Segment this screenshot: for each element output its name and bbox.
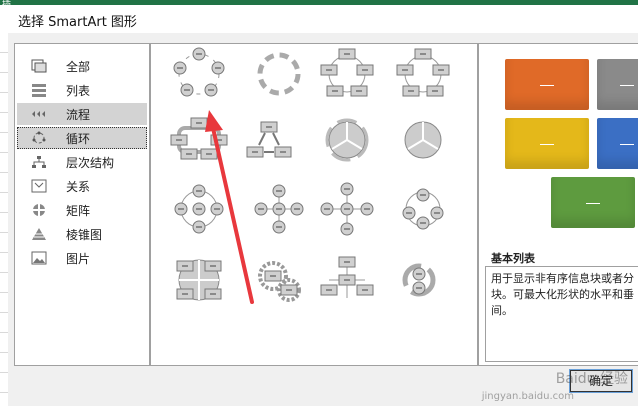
- category-label: 列表: [66, 84, 91, 98]
- category-label: 矩阵: [66, 204, 91, 218]
- dialog-title: 选择 SmartArt 图形: [18, 15, 137, 30]
- layout-description-line: 块。可最大化形状的水平和垂: [491, 288, 634, 301]
- picture-icon: [31, 251, 47, 265]
- category-label: 层次结构: [66, 156, 115, 170]
- category-label: 全部: [66, 60, 91, 74]
- hierarchy-icon: [32, 156, 46, 168]
- layout-text-cycle[interactable]: [257, 52, 301, 96]
- category-list: 全部 列表 流程 循环 层次结构 关系 矩阵 棱锥图 图片: [14, 43, 150, 366]
- category-label: 棱锥图: [66, 228, 103, 242]
- annotation-arrowhead: [205, 110, 223, 132]
- category-item-process[interactable]: 流程: [17, 103, 147, 125]
- process-icon: [32, 111, 45, 117]
- layout-gallery: [150, 43, 478, 366]
- layout-multidirectional-cycle[interactable]: [246, 121, 292, 158]
- layout-basic-cycle[interactable]: [173, 47, 225, 97]
- category-item-hierarchy[interactable]: 层次结构: [17, 151, 147, 173]
- layout-basic-pie[interactable]: [404, 121, 442, 159]
- layout-gear[interactable]: [258, 261, 301, 302]
- layout-description-line: 用于显示非有序信息块或者分: [491, 272, 634, 285]
- layout-title: 基本列表: [491, 252, 535, 265]
- preview-shape-4: [597, 118, 638, 169]
- pyramid-icon: [32, 228, 46, 240]
- layout-nondirectional-cycle[interactable]: [396, 48, 450, 97]
- watermark: Baidu 经验: [555, 371, 628, 387]
- layout-radial-venn[interactable]: [402, 188, 444, 230]
- layout-segmented-cycle[interactable]: [325, 118, 369, 162]
- smartart-dialog: 全部 列表 流程 循环 层次结构 关系 矩阵 棱锥图 图片 基本列表 用于显示非…: [8, 33, 638, 406]
- category-label: 图片: [66, 252, 91, 266]
- layout-diverging-radial[interactable]: [320, 182, 374, 236]
- preview-shape-3: [505, 118, 589, 169]
- preview-panel: 基本列表 用于显示非有序信息块或者分 块。可最大化形状的水平和垂 间。: [478, 43, 638, 366]
- category-item-relationship[interactable]: 关系: [17, 175, 147, 197]
- preview-shape-1: [505, 59, 589, 110]
- category-label: 关系: [66, 180, 91, 194]
- category-item-all[interactable]: 全部: [17, 55, 147, 77]
- list-icon: [32, 84, 46, 97]
- layout-cycle-matrix[interactable]: [176, 259, 222, 301]
- layout-description: 用于显示非有序信息块或者分 块。可最大化形状的水平和垂 间。: [485, 266, 638, 362]
- layout-block-cycle[interactable]: [320, 48, 374, 97]
- category-label: 循环: [66, 132, 91, 146]
- relationship-icon: [31, 179, 47, 193]
- layout-radial-cluster[interactable]: [320, 256, 374, 298]
- dialog-title-bar: 选择 SmartArt 图形: [0, 5, 638, 33]
- cycle-icon: [32, 131, 46, 144]
- preview-shape-5: [551, 177, 635, 228]
- layout-basic-radial[interactable]: [254, 184, 304, 234]
- preview-shape-2: [597, 59, 638, 110]
- layout-radial-cycle[interactable]: [174, 184, 224, 234]
- category-item-picture[interactable]: 图片: [17, 247, 147, 269]
- layout-gallery-thumbnails: [170, 47, 450, 304]
- layout-circle-arrow-process[interactable]: [402, 263, 436, 297]
- all-icon: [31, 59, 47, 73]
- category-item-list[interactable]: 列表: [17, 79, 147, 101]
- watermark-url: jingyan.baidu.com: [481, 391, 574, 402]
- category-label: 流程: [66, 108, 91, 122]
- category-item-pyramid[interactable]: 棱锥图: [17, 223, 147, 245]
- matrix-icon: [33, 204, 45, 216]
- category-item-matrix[interactable]: 矩阵: [17, 199, 147, 221]
- layout-description-line: 间。: [491, 304, 513, 317]
- category-item-cycle[interactable]: 循环: [17, 127, 147, 149]
